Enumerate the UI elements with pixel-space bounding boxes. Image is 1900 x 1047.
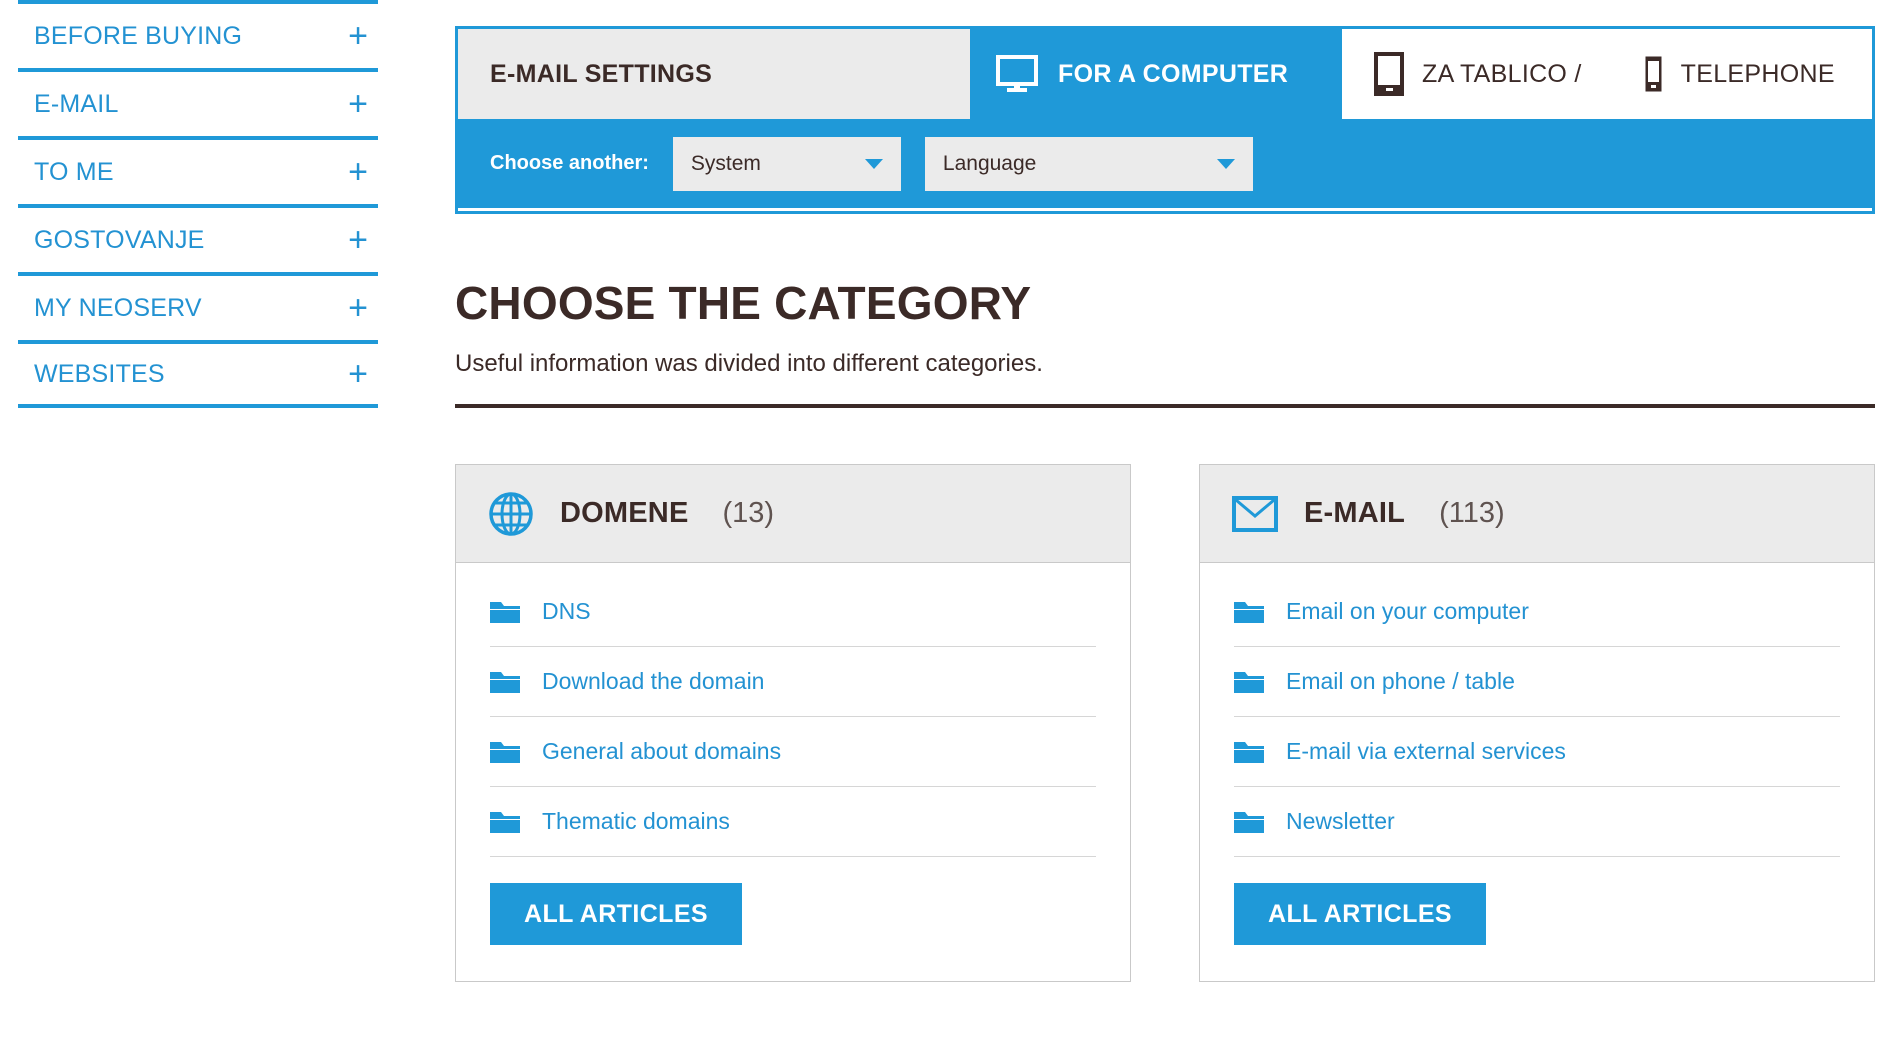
category-card-domene: DOMENE (13) DNS Download the domain Gene… <box>455 464 1131 982</box>
choose-another-bar: Choose another: System Language <box>458 119 1872 211</box>
category-heading-block: CHOOSE THE CATEGORY Useful information w… <box>455 276 1875 408</box>
folder-icon <box>1234 740 1264 764</box>
settings-tab-panel: E-MAIL SETTINGS FOR A COMPUTER ZA TABLIC… <box>455 26 1875 214</box>
plus-icon[interactable]: + <box>348 155 378 189</box>
sidebar-item-e-mail[interactable]: E-MAIL + <box>18 68 378 136</box>
list-item[interactable]: Thematic domains <box>490 787 1096 857</box>
tab-tablet-telephone[interactable]: ZA TABLICO / TELEPHONE <box>1342 29 1872 119</box>
card-header: E-MAIL (113) <box>1200 465 1874 563</box>
plus-icon[interactable]: + <box>348 87 378 121</box>
list-item[interactable]: Newsletter <box>1234 787 1840 857</box>
plus-icon[interactable]: + <box>348 19 378 53</box>
card-article-count: (113) <box>1439 497 1505 529</box>
sidebar: BEFORE BUYING + E-MAIL + TO ME + GOSTOVA… <box>0 0 400 408</box>
tab-for-a-computer[interactable]: FOR A COMPUTER <box>970 29 1342 119</box>
list-item[interactable]: Email on phone / table <box>1234 647 1840 717</box>
list-item-label: E-mail via external services <box>1286 738 1566 764</box>
sidebar-item-websites[interactable]: WEBSITES + <box>18 340 378 408</box>
monitor-icon <box>996 55 1038 93</box>
main-content: E-MAIL SETTINGS FOR A COMPUTER ZA TABLIC… <box>455 0 1875 982</box>
card-footer: ALL ARTICLES <box>456 857 1130 981</box>
chevron-down-icon <box>1216 158 1235 169</box>
tab-email-settings: E-MAIL SETTINGS <box>458 29 970 119</box>
sidebar-item-label: MY NEOSERV <box>34 293 202 322</box>
page-subtitle: Useful information was divided into diff… <box>455 350 1043 377</box>
folder-icon <box>490 600 520 624</box>
language-select-value: Language <box>942 151 1037 175</box>
card-title: E-MAIL <box>1304 497 1406 529</box>
list-item-label: Thematic domains <box>542 808 730 834</box>
phone-icon <box>1644 55 1663 93</box>
list-item-label: Email on your computer <box>1286 598 1529 624</box>
sidebar-item-label: WEBSITES <box>34 359 165 388</box>
list-item-label: Newsletter <box>1286 808 1395 834</box>
card-list: Email on your computer Email on phone / … <box>1200 563 1874 857</box>
list-item[interactable]: DNS <box>490 577 1096 647</box>
card-article-count: (13) <box>722 497 775 529</box>
tab-bar: E-MAIL SETTINGS FOR A COMPUTER ZA TABLIC… <box>458 29 1872 119</box>
chevron-down-icon <box>864 158 883 169</box>
tablet-icon <box>1374 52 1404 96</box>
folder-icon <box>490 670 520 694</box>
all-articles-button[interactable]: ALL ARTICLES <box>490 883 742 945</box>
page-root: BEFORE BUYING + E-MAIL + TO ME + GOSTOVA… <box>0 0 1900 1047</box>
tab-label-telephone: TELEPHONE <box>1680 59 1835 88</box>
folder-icon <box>1234 670 1264 694</box>
list-item-label: Email on phone / table <box>1286 668 1515 694</box>
list-item-label: DNS <box>542 598 591 624</box>
choose-another-label: Choose another: <box>490 152 649 174</box>
language-select[interactable]: Language <box>924 136 1253 191</box>
tab-label: FOR A COMPUTER <box>1058 59 1289 88</box>
sidebar-item-before-buying[interactable]: BEFORE BUYING + <box>18 0 378 68</box>
plus-icon[interactable]: + <box>348 357 378 391</box>
tab-label-tablet: ZA TABLICO / <box>1422 59 1582 88</box>
list-item-label: Download the domain <box>542 668 765 694</box>
system-select-value: System <box>690 151 761 175</box>
globe-icon <box>488 491 534 537</box>
sidebar-item-label: GOSTOVANJE <box>34 225 205 254</box>
plus-icon[interactable]: + <box>348 223 378 257</box>
sidebar-item-label: BEFORE BUYING <box>34 21 243 50</box>
plus-icon[interactable]: + <box>348 291 378 325</box>
envelope-icon <box>1232 495 1278 532</box>
sidebar-item-gostovanje[interactable]: GOSTOVANJE + <box>18 204 378 272</box>
folder-icon <box>1234 810 1264 834</box>
card-header: DOMENE (13) <box>456 465 1130 563</box>
sidebar-item-to-me[interactable]: TO ME + <box>18 136 378 204</box>
system-select[interactable]: System <box>672 136 901 191</box>
card-title: DOMENE <box>560 497 689 529</box>
list-item[interactable]: E-mail via external services <box>1234 717 1840 787</box>
heading-divider <box>455 404 1875 408</box>
list-item-label: General about domains <box>542 738 782 764</box>
folder-icon <box>490 810 520 834</box>
all-articles-button[interactable]: ALL ARTICLES <box>1234 883 1486 945</box>
card-list: DNS Download the domain General about do… <box>456 563 1130 857</box>
sidebar-item-label: TO ME <box>34 157 114 186</box>
tab-label: E-MAIL SETTINGS <box>490 59 713 88</box>
list-item[interactable]: Email on your computer <box>1234 577 1840 647</box>
folder-icon <box>490 740 520 764</box>
folder-icon <box>1234 600 1264 624</box>
sidebar-item-my-neoserv[interactable]: MY NEOSERV + <box>18 272 378 340</box>
list-item[interactable]: Download the domain <box>490 647 1096 717</box>
category-cards: DOMENE (13) DNS Download the domain Gene… <box>455 464 1875 982</box>
page-title: CHOOSE THE CATEGORY <box>455 277 1032 329</box>
category-card-email: E-MAIL (113) Email on your computer Emai… <box>1199 464 1875 982</box>
sidebar-item-label: E-MAIL <box>34 89 119 118</box>
card-footer: ALL ARTICLES <box>1200 857 1874 981</box>
list-item[interactable]: General about domains <box>490 717 1096 787</box>
